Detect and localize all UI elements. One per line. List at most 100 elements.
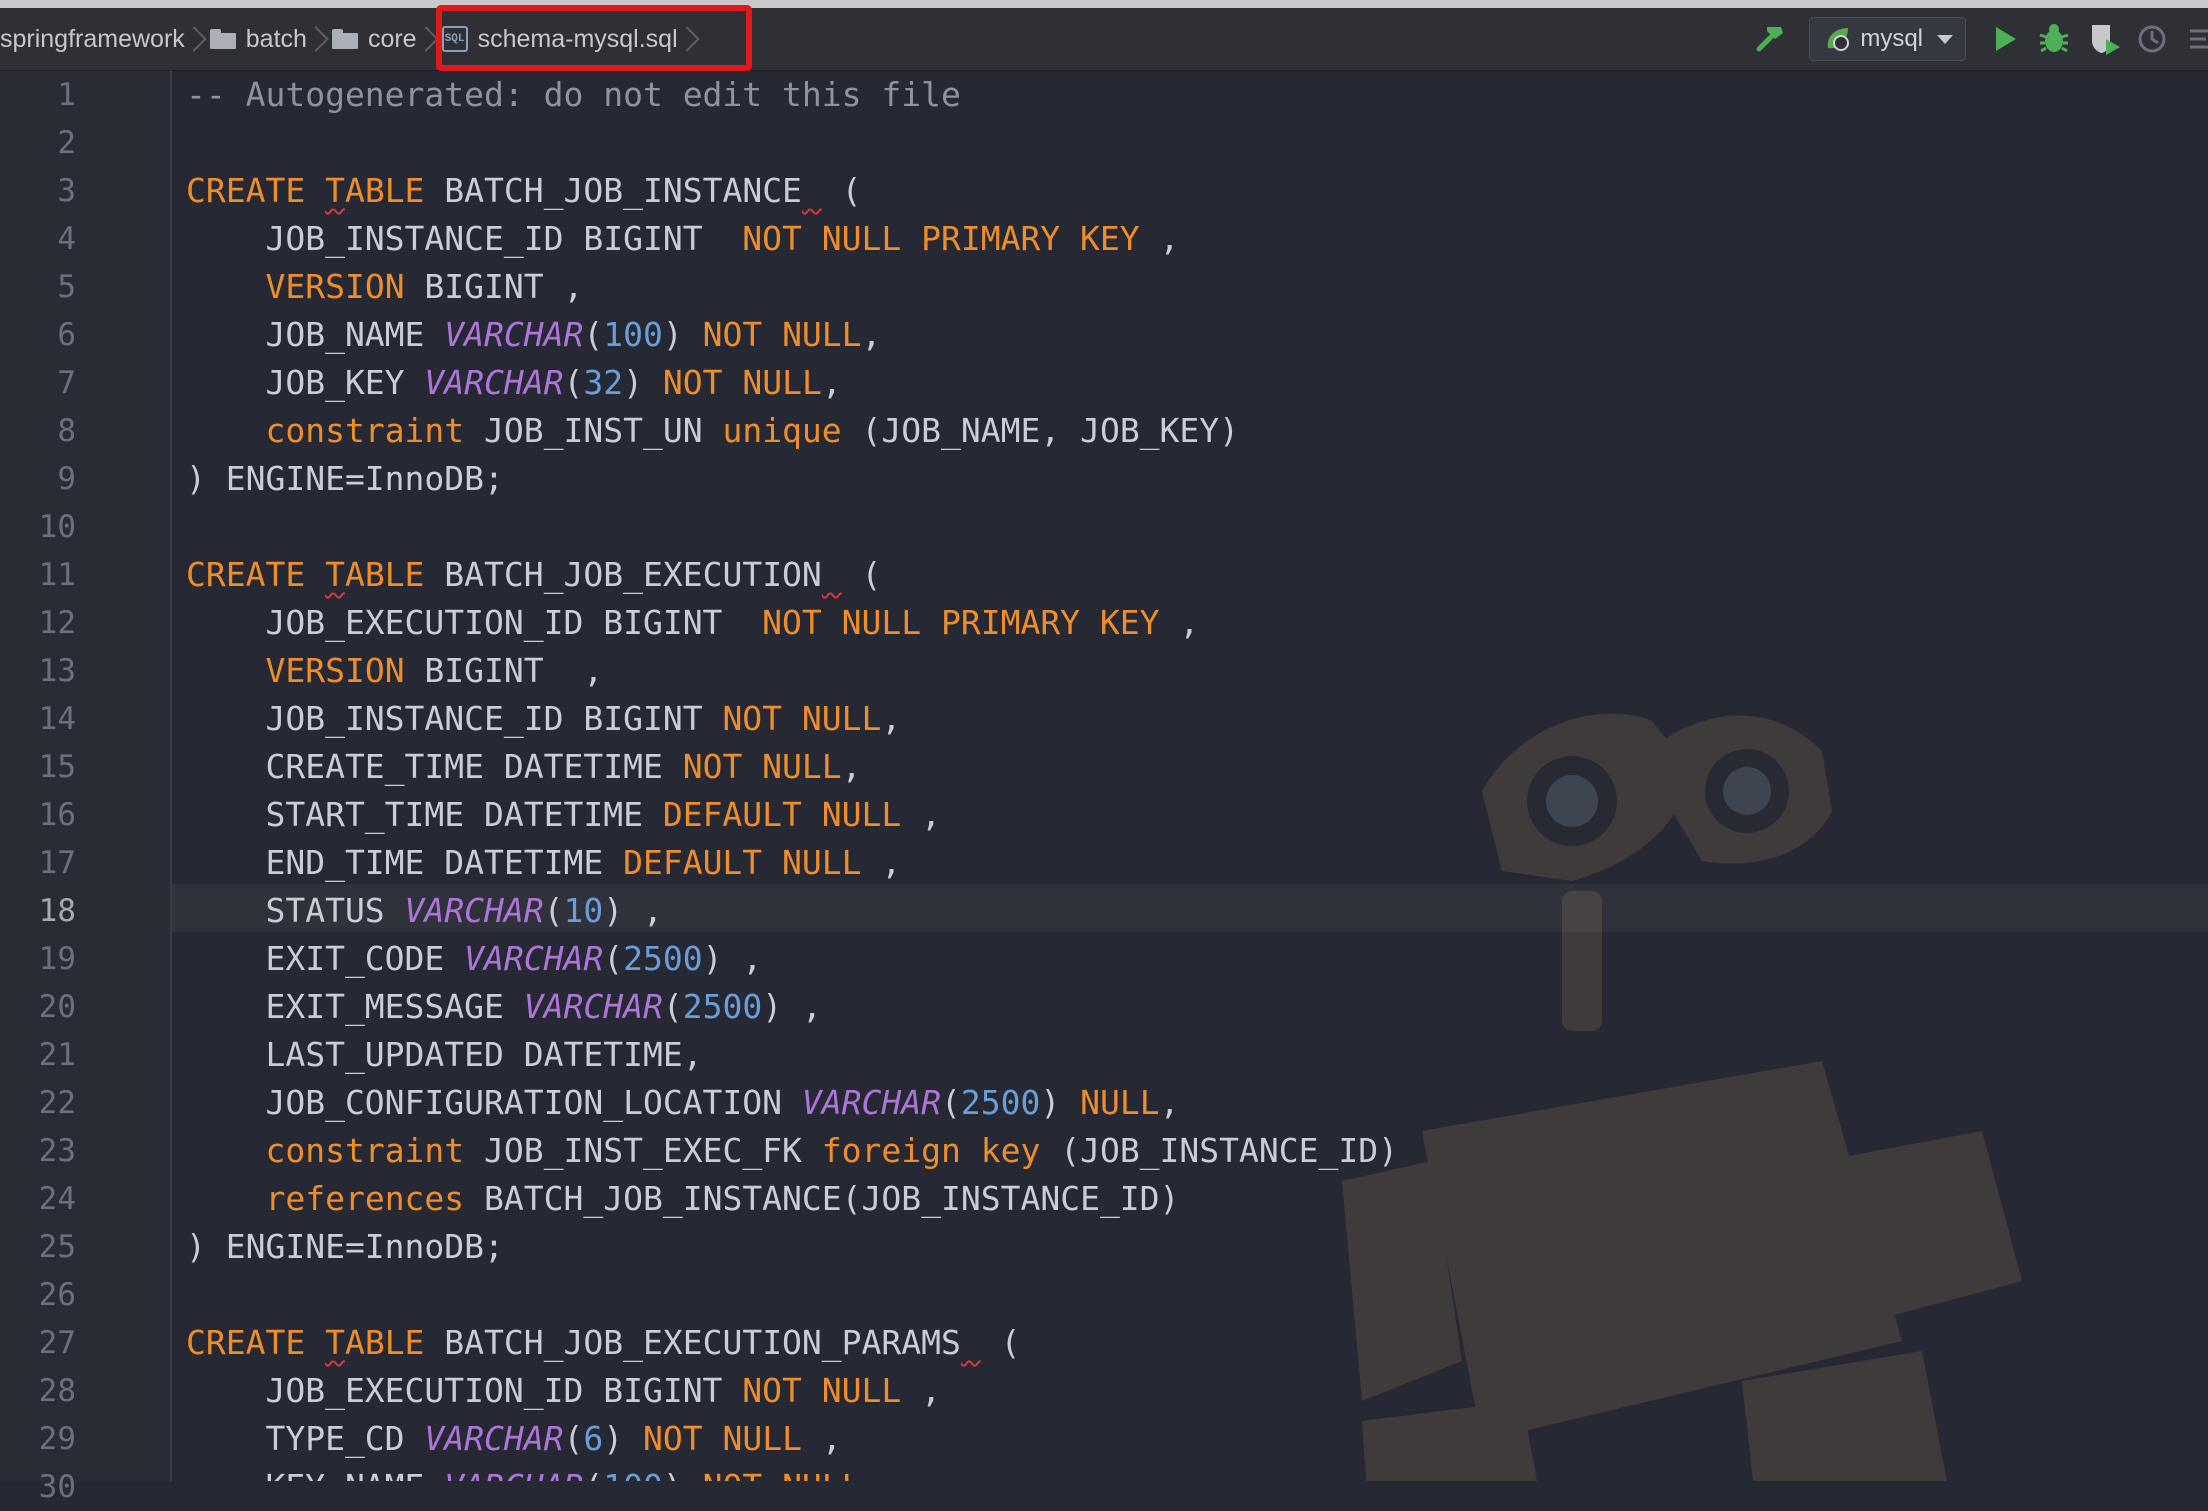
code-token: EXIT_MESSAGE <box>186 987 524 1026</box>
folder-icon <box>209 29 236 49</box>
code-token: , <box>862 1467 901 1481</box>
navigation-bar: springframework batch core SQL schema-my… <box>0 5 2208 71</box>
debug-icon[interactable] <box>2036 21 2072 57</box>
code-token: , <box>1139 219 1180 258</box>
code-token: constraint <box>265 1131 465 1170</box>
code-token: 100 <box>603 1467 663 1481</box>
code-editor[interactable]: -- Autogenerated: do not edit this file C… <box>172 71 2208 1481</box>
code-token: ) , <box>702 939 763 978</box>
line-number: 14 <box>38 701 76 737</box>
code-token: NOT NULL <box>682 747 842 786</box>
sql-file-icon: SQL <box>441 26 468 52</box>
code-line: CREATE_TIME DATETIME NOT NULL, <box>186 743 1398 791</box>
line-number: 15 <box>38 749 76 785</box>
code-token: ) , <box>762 987 822 1026</box>
code-token: ( <box>980 1323 1021 1362</box>
folder-icon <box>331 29 358 49</box>
code-token: JOB_EXECUTION_ID BIGINT <box>186 603 763 642</box>
run-configuration-select[interactable]: mysql <box>1809 17 1966 61</box>
code-token: JOB_INST_EXEC_FK <box>464 1131 822 1170</box>
code-token: VARCHAR <box>424 363 564 402</box>
code-token: KEY_NAME <box>186 1467 444 1481</box>
code-token: -- Autogenerated: do not edit this file <box>186 75 961 114</box>
code-token: ( <box>662 987 683 1026</box>
code-token: , <box>1159 1083 1180 1122</box>
code-token: ( <box>563 1419 584 1458</box>
line-number: 2 <box>57 125 76 161</box>
code-token: NOT NULL <box>722 699 882 738</box>
line-number: 3 <box>57 173 76 209</box>
line-number: 19 <box>38 941 76 977</box>
build-hammer-icon[interactable] <box>1751 19 1791 59</box>
breadcrumb-item-core[interactable]: core <box>331 8 442 70</box>
code-line: constraint JOB_INST_EXEC_FK foreign key … <box>186 1127 1398 1175</box>
code-token: NULL <box>1080 1083 1160 1122</box>
code-token: 100 <box>603 315 663 354</box>
code-token: 32 <box>583 363 624 402</box>
line-number: 6 <box>57 317 76 353</box>
more-icon[interactable] <box>2186 21 2208 57</box>
code-token: NOT NULL <box>703 1467 862 1481</box>
code-token: VERSION <box>265 651 405 690</box>
line-number: 25 <box>38 1229 76 1265</box>
code-line: TYPE_CD VARCHAR(6) NOT NULL , <box>186 1415 1398 1463</box>
code-token: BATCH_JOB_INSTANCE <box>424 171 802 210</box>
code-content[interactable]: -- Autogenerated: do not edit this file C… <box>186 71 1398 1481</box>
line-number: 18 <box>38 893 76 929</box>
code-token: ( <box>583 1467 603 1481</box>
code-token: VERSION <box>265 267 405 306</box>
breadcrumb-label: schema-mysql.sql <box>477 24 678 53</box>
profile-icon[interactable] <box>2136 21 2172 57</box>
code-token: ) <box>603 1419 643 1458</box>
code-token: CREATE_TIME DATETIME <box>186 747 683 786</box>
editor-gutter[interactable]: 1 2 3 4 5 6 7 8 9 10 11 12 13 14 15 16 17 18 19 20 21 22 23 24 2… <box>0 71 172 1505</box>
code-token: JOB_NAME <box>186 315 445 354</box>
code-line: VERSION BIGINT , <box>186 647 1398 695</box>
code-token: ABLE <box>344 1323 425 1362</box>
code-token: JOB_INST_UN <box>464 411 723 450</box>
code-token: NOT NULL PRIMARY KEY <box>762 603 1160 642</box>
line-number: 21 <box>38 1037 76 1073</box>
code-token: STATUS <box>186 891 405 930</box>
window-top-edge <box>0 0 2208 8</box>
chevron-right-icon <box>684 25 694 53</box>
code-token: , <box>901 795 941 834</box>
chevron-down-icon <box>1937 34 1953 44</box>
code-token: ) , <box>603 891 663 930</box>
line-number: 5 <box>57 269 76 305</box>
line-number: 8 <box>57 413 76 449</box>
breadcrumb-item-schema-mysql-sql[interactable]: SQL schema-mysql.sql <box>441 8 703 70</box>
code-token: ) ENGINE=InnoDB; <box>186 1227 504 1266</box>
code-token: (JOB_NAME, JOB_KEY) <box>841 411 1240 450</box>
run-icon[interactable] <box>1986 21 2022 57</box>
run-configuration-label: mysql <box>1860 25 1923 52</box>
chevron-right-icon <box>423 25 433 53</box>
code-token: , <box>1159 603 1200 642</box>
code-token: LAST_UPDATED DATETIME, <box>186 1035 703 1074</box>
code-token: , <box>801 1419 842 1458</box>
code-token: VARCHAR <box>404 891 544 930</box>
code-line: STATUS VARCHAR(10) , <box>186 887 1398 935</box>
code-token: , <box>901 1371 941 1410</box>
code-line: JOB_INSTANCE_ID BIGINT NOT NULL, <box>186 695 1398 743</box>
code-token: ) <box>623 363 663 402</box>
code-token: CREATE <box>186 1323 326 1362</box>
code-token: 2500 <box>623 939 703 978</box>
code-token: DEFAULT NULL <box>623 843 862 882</box>
code-token: NOT NULL <box>643 1419 802 1458</box>
code-token: T <box>325 171 345 210</box>
code-token: (JOB_INSTANCE_ID) <box>1040 1131 1398 1170</box>
code-token: ) <box>662 315 703 354</box>
breadcrumb-item-batch[interactable]: batch <box>209 8 332 70</box>
breadcrumb-item-springframework[interactable]: springframework <box>0 8 210 70</box>
coverage-icon[interactable] <box>2086 21 2122 57</box>
line-number: 13 <box>38 653 76 689</box>
code-line: JOB_INSTANCE_ID BIGINT NOT NULL PRIMARY … <box>186 215 1398 263</box>
code-token: ABLE <box>344 171 425 210</box>
